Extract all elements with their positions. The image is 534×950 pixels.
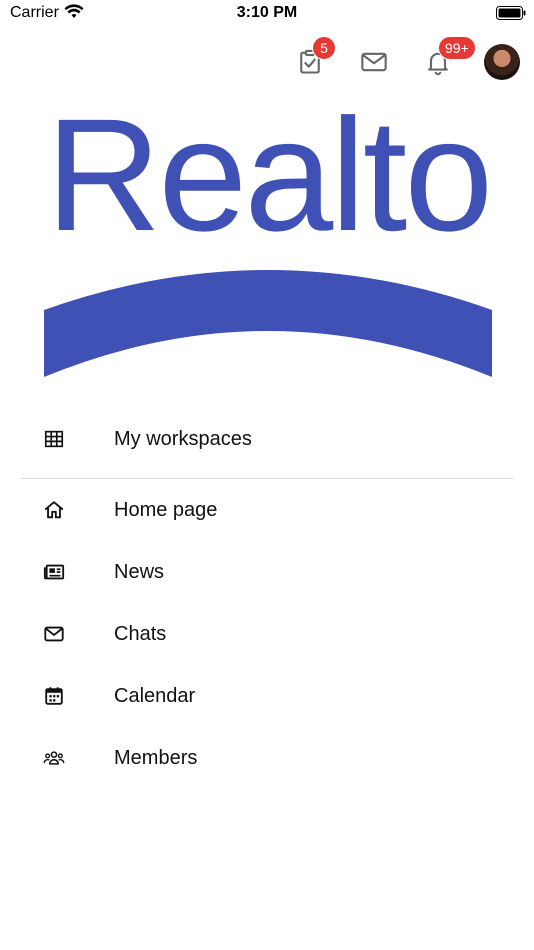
mail-icon bbox=[361, 52, 387, 72]
tasks-button[interactable]: 5 bbox=[278, 36, 342, 84]
messages-button[interactable] bbox=[342, 40, 406, 84]
home-icon bbox=[42, 498, 66, 522]
clock: 3:10 PM bbox=[236, 4, 298, 21]
logo-swoosh bbox=[44, 270, 492, 377]
grid-icon bbox=[42, 427, 66, 451]
menu-item-news[interactable]: News bbox=[0, 541, 534, 603]
calendar-icon bbox=[42, 684, 66, 708]
logo-text: Realto bbox=[45, 85, 494, 264]
mail-icon bbox=[42, 622, 66, 646]
battery-icon bbox=[496, 6, 526, 20]
menu-label-chats: Chats bbox=[114, 622, 167, 645]
menu-label-home-page: Home page bbox=[114, 498, 218, 521]
side-menu: My workspaces Home page News Chats Calen… bbox=[0, 408, 534, 789]
top-action-bar: 5 99+ bbox=[278, 36, 520, 84]
menu-label-news: News bbox=[114, 560, 165, 583]
tasks-badge: 5 bbox=[312, 36, 336, 60]
status-bar: Carrier 3:10 PM bbox=[0, 0, 534, 30]
menu-label-calendar: Calendar bbox=[114, 684, 196, 707]
notifications-button[interactable]: 99+ bbox=[406, 36, 476, 84]
menu-item-members[interactable]: Members bbox=[0, 727, 534, 789]
notifications-badge: 99+ bbox=[438, 36, 476, 60]
menu-item-my-workspaces[interactable]: My workspaces bbox=[0, 408, 534, 470]
menu-label-my-workspaces: My workspaces bbox=[114, 427, 252, 450]
menu-item-chats[interactable]: Chats bbox=[0, 603, 534, 665]
realto-logo: Realto bbox=[40, 85, 496, 385]
menu-item-calendar[interactable]: Calendar bbox=[0, 665, 534, 727]
avatar[interactable] bbox=[484, 44, 520, 80]
app-screen: Carrier 3:10 PM 5 99+ Realto My workspac… bbox=[0, 0, 534, 950]
users-icon bbox=[42, 746, 66, 770]
menu-item-home-page[interactable]: Home page bbox=[0, 479, 534, 541]
newspaper-icon bbox=[42, 560, 66, 584]
menu-label-members: Members bbox=[114, 746, 198, 769]
